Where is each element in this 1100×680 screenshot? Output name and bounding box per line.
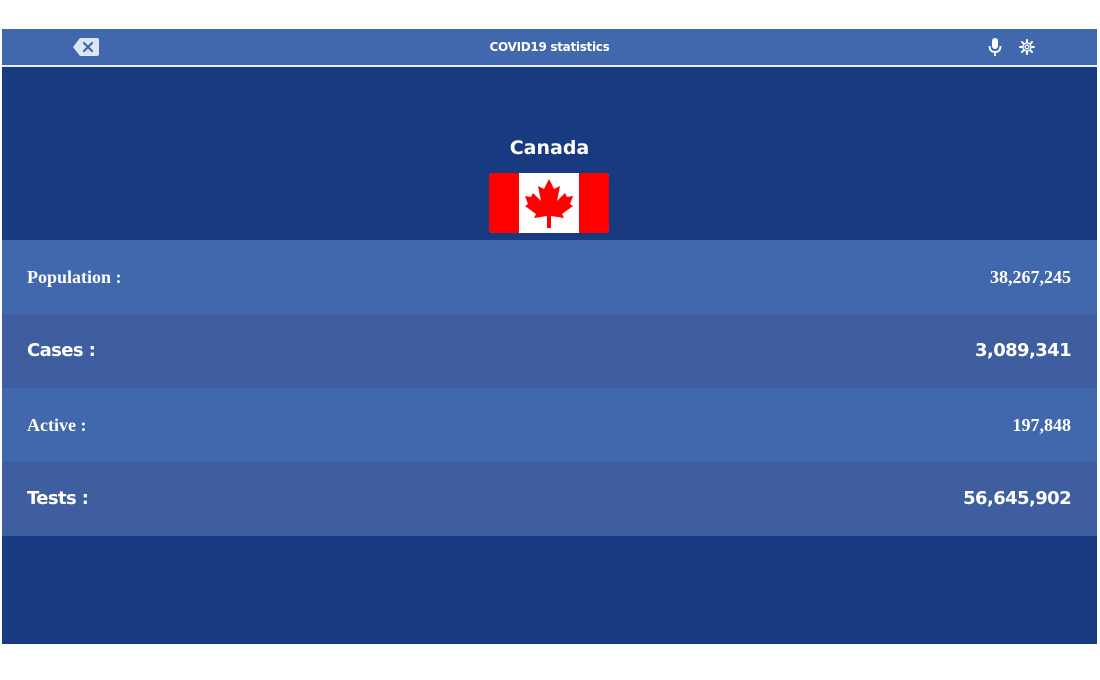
stat-row-population: Population : 38,267,245: [2, 240, 1097, 314]
top-bar: COVID19 statistics: [2, 29, 1097, 67]
stat-label-tests: Tests :: [27, 488, 89, 509]
gear-icon[interactable]: [1018, 38, 1036, 56]
app-title: COVID19 statistics: [489, 40, 610, 54]
stat-row-tests: Tests : 56,645,902: [2, 462, 1097, 536]
stat-row-active: Active : 197,848: [2, 388, 1097, 462]
stat-value-population: 38,267,245: [990, 267, 1071, 287]
stat-row-cases: Cases : 3,089,341: [2, 314, 1097, 388]
country-name: Canada: [509, 137, 590, 159]
canada-flag-icon: [489, 173, 609, 233]
stat-label-active: Active :: [27, 415, 87, 435]
stat-label-population: Population :: [27, 267, 122, 287]
app-screen: COVID19 statistics Canada Population: 3…: [2, 29, 1097, 644]
microphone-icon[interactable]: [987, 37, 1003, 57]
stat-value-tests: 56,645,902: [963, 488, 1071, 509]
stat-value-active: 197,848: [1012, 415, 1072, 435]
stat-label-cases: Cases :: [27, 340, 96, 361]
stat-value-cases: 3,089,341: [975, 340, 1072, 361]
